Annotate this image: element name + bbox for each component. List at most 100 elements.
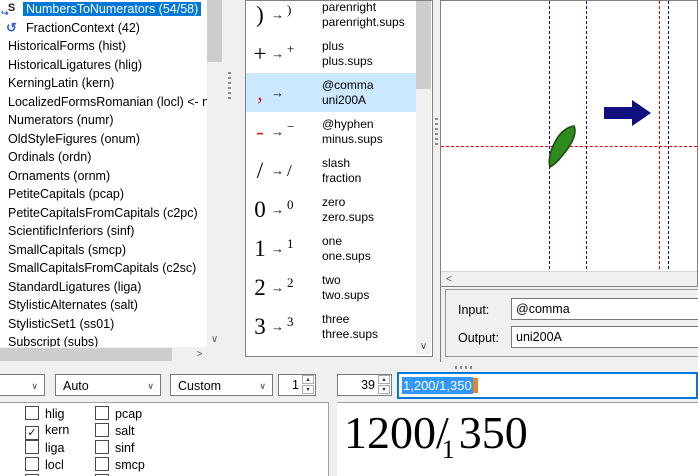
sample-text-input[interactable]: 1,200/1,350	[397, 372, 698, 399]
checkbox[interactable]	[95, 423, 109, 437]
script-combobox[interactable]: ∨	[0, 374, 45, 396]
feature-checkbox-salt[interactable]: salt	[95, 423, 145, 440]
feature-list-item[interactable]: StandardLigatures (liga)	[0, 278, 207, 297]
feature-item-label: FractionContext (42)	[26, 20, 140, 35]
checkbox-label: sinf	[115, 441, 135, 455]
feature-list-item[interactable]: StylisticSet1 (ss01)	[0, 315, 207, 334]
scroll-down-icon[interactable]: ∨	[416, 340, 431, 354]
glyph-names: @hyphen minus.sups	[322, 117, 383, 147]
feature-toggle-pane: hlig✓kernligaloclpalt pcapsaltsinfsmcpss…	[0, 402, 329, 476]
checkbox[interactable]	[25, 406, 39, 420]
horizontal-splitter-grip[interactable]	[455, 366, 475, 369]
preview-hscrollbar[interactable]: <	[441, 271, 697, 286]
spin-up-icon[interactable]: ▲	[302, 375, 314, 384]
fraction-numerator: 1200	[344, 407, 436, 458]
feature-list-item[interactable]: KerningLatin (kern)	[0, 74, 207, 93]
feature-list-item[interactable]: ↺ FractionContext (42)	[0, 19, 207, 38]
spin-down-icon[interactable]: ▼	[378, 385, 390, 394]
feature-list-item[interactable]: Numerators (numr)	[0, 111, 207, 130]
count-spinner[interactable]: 1 ▲ ▼	[278, 374, 316, 396]
output-glyph-name: plus.sups	[322, 54, 373, 68]
vscroll-thumb[interactable]	[207, 0, 222, 62]
output-glyph: /	[287, 160, 292, 180]
substitution-row[interactable]: 1 → 1 one one.sups	[246, 229, 416, 268]
input-glyph: /	[256, 157, 264, 183]
substitution-row[interactable]: - → − @hyphen minus.sups	[246, 112, 416, 151]
glyph-preview-canvas[interactable]: <	[440, 0, 698, 287]
feature-list-item[interactable]: HistoricalLigatures (hlig)	[0, 56, 207, 75]
feature-list-item[interactable]: OldStyleFigures (onum)	[0, 130, 207, 149]
feature-list-item[interactable]: HistoricalForms (hist)	[0, 37, 207, 56]
input-field[interactable]: @comma	[511, 298, 698, 320]
checkbox[interactable]	[95, 457, 109, 471]
feature-list-item[interactable]: PetiteCapitals (pcap)	[0, 185, 207, 204]
feature-checkbox-smcp[interactable]: smcp	[95, 457, 145, 474]
fraction-rest: 350	[458, 407, 528, 458]
glyph-names: two two.sups	[322, 273, 369, 303]
glyph-names: plus plus.sups	[322, 39, 373, 69]
feature-item-label: StylisticAlternates (salt)	[8, 298, 138, 312]
substitution-row[interactable]: 2 → 2 two two.sups	[246, 268, 416, 307]
checkbox-label: smcp	[115, 458, 145, 472]
font-size-spinner[interactable]: 39 ▲ ▼	[337, 374, 392, 396]
panel-splitter-grip[interactable]	[228, 72, 231, 100]
substitution-row[interactable]: , → @comma uni200A	[246, 73, 416, 112]
checkbox-label: salt	[115, 424, 135, 438]
feature-checkbox-sinf[interactable]: sinf	[95, 440, 145, 457]
feature-list-item[interactable]: Ordinals (ordn)	[0, 148, 207, 167]
feature-list-vscrollbar[interactable]: ∨	[207, 0, 222, 347]
feature-list-item[interactable]: ScientificInferiors (sinf)	[0, 222, 207, 241]
feature-list-item[interactable]: StylisticAlternates (salt)	[0, 296, 207, 315]
feature-list-item[interactable]: Ornaments (ornm)	[0, 167, 207, 186]
feature-list-item[interactable]: LocalizedFormsRomanian (locl) <- not	[0, 93, 207, 112]
feature-checkbox-pcap[interactable]: pcap	[95, 406, 145, 423]
substitution-row[interactable]: / → / slash fraction	[246, 151, 416, 190]
feature-list-hscrollbar[interactable]: >	[0, 347, 207, 362]
feature-list-item[interactable]: SmallCapitals (smcp)	[0, 241, 207, 260]
fraction-denominator: 1	[441, 435, 455, 464]
scroll-right-icon[interactable]: >	[192, 347, 207, 362]
checkbox[interactable]	[95, 440, 109, 454]
feature-item-label: Subscript (subs)	[8, 335, 99, 347]
spin-down-icon[interactable]: ▼	[302, 385, 314, 394]
checkbox[interactable]	[95, 406, 109, 420]
io-panel: Input: @comma Output: uni200A	[440, 287, 698, 362]
output-field[interactable]: uni200A	[511, 326, 698, 348]
input-glyph: 1	[254, 235, 266, 261]
checkbox[interactable]	[25, 440, 39, 454]
vscroll-thumb[interactable]	[416, 1, 431, 89]
feature-list-item[interactable]: Subscript (subs)	[0, 333, 207, 347]
input-glyph: ,	[257, 79, 263, 105]
feature-checkbox-kern[interactable]: ✓ kern	[25, 423, 69, 440]
arrow-icon: →	[271, 85, 284, 100]
feature-list-item[interactable]: SmallCapitalsFromCapitals (c2sc)	[0, 259, 207, 278]
feature-checkbox-hlig[interactable]: hlig	[25, 406, 69, 423]
output-glyph-name: minus.sups	[322, 132, 383, 146]
scroll-down-icon[interactable]: ∨	[207, 332, 222, 347]
substitution-vscrollbar[interactable]: ∨	[416, 1, 431, 354]
panel-splitter-grip[interactable]	[435, 118, 438, 146]
size-mode-combobox[interactable]: Custom ∨	[170, 374, 273, 396]
input-glyph-name: @comma	[322, 78, 374, 92]
substitution-row[interactable]: + → + plus plus.sups	[246, 34, 416, 73]
checkbox-label: kern	[45, 423, 70, 437]
checkbox[interactable]: ✓	[25, 426, 39, 440]
feature-list-item[interactable]: SNumbersToNumerators (54/58)	[0, 0, 207, 21]
substitution-row[interactable]: 3 → 3 three three.sups	[246, 307, 416, 346]
input-glyph: -	[256, 118, 264, 144]
spin-up-icon[interactable]: ▲	[378, 375, 390, 384]
output-glyph: )	[287, 1, 292, 17]
feature-checkbox-liga[interactable]: liga	[25, 440, 69, 457]
output-glyph: 2	[287, 274, 294, 290]
feature-item-label: HistoricalForms (hist)	[8, 39, 127, 53]
scroll-left-icon[interactable]: <	[446, 274, 452, 285]
checkbox[interactable]	[25, 457, 39, 471]
hscroll-thumb[interactable]	[0, 348, 172, 361]
substitution-row[interactable]: 0 → 0 zero zero.sups	[246, 190, 416, 229]
feature-list-item[interactable]: PetiteCapitalsFromCapitals (c2pc)	[0, 204, 207, 223]
glyph-names: parenright parenright.sups	[322, 1, 405, 30]
substitution-row[interactable]: ) →) parenright parenright.sups	[246, 1, 416, 34]
feature-checkbox-locl[interactable]: locl	[25, 457, 69, 474]
checkbox-label: liga	[45, 441, 65, 455]
language-combobox[interactable]: Auto ∨	[55, 374, 161, 396]
